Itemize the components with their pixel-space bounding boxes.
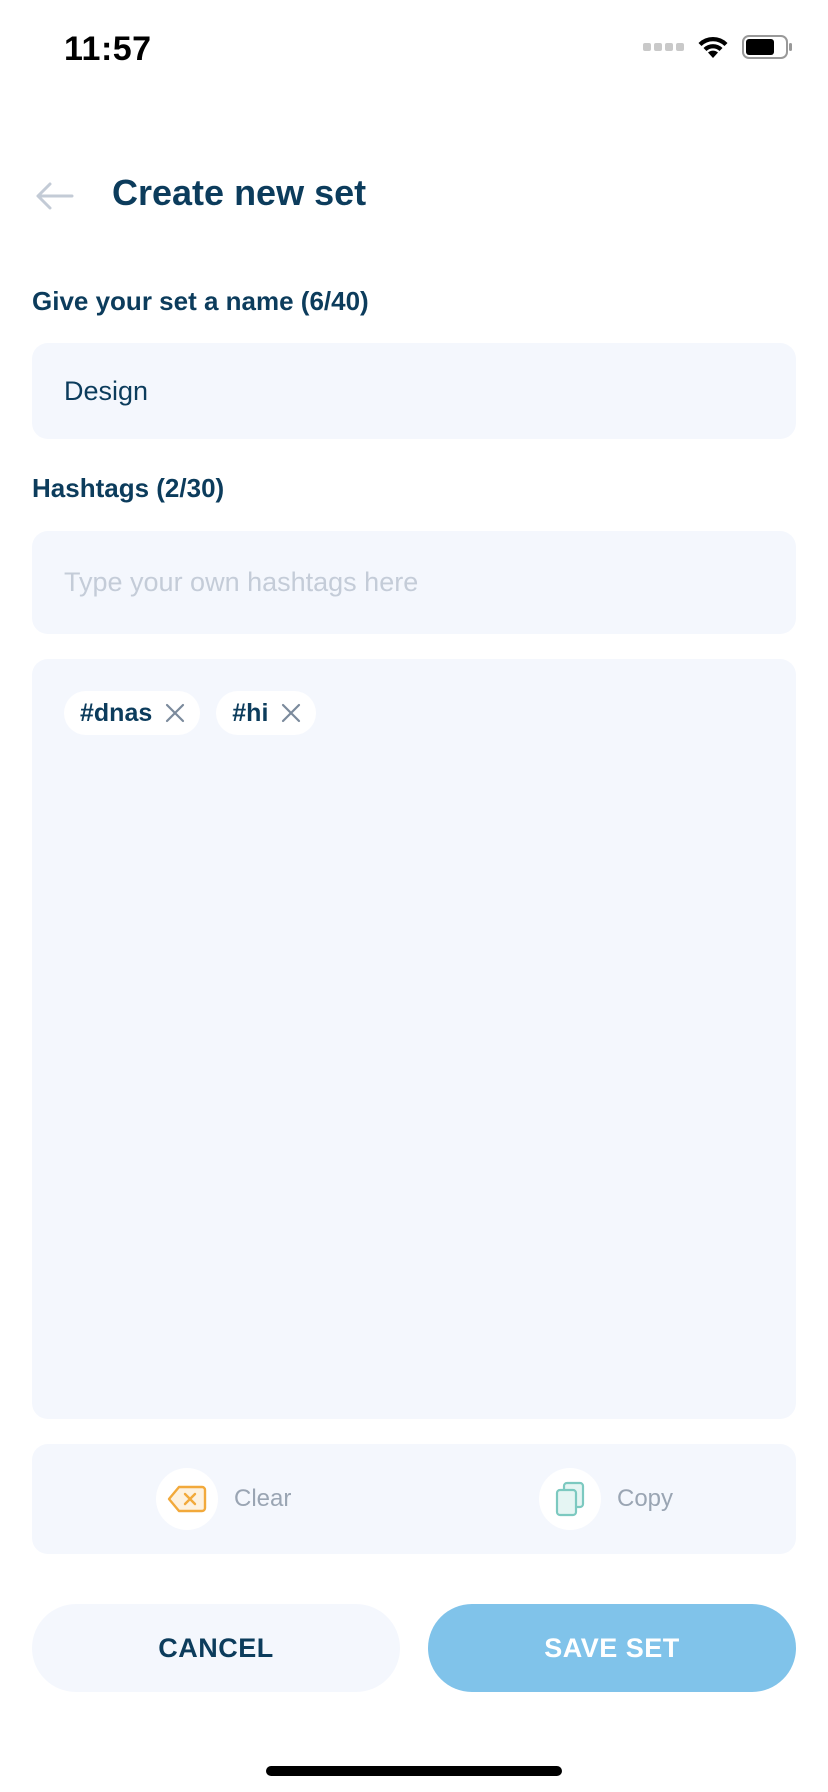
clear-button[interactable]: Clear [156,1468,291,1530]
hashtag-chip[interactable]: #dnas [64,691,201,735]
home-indicator [266,1766,562,1776]
status-time: 11:57 [64,30,152,68]
hashtags-label: Hashtags (2/30) [32,473,225,503]
copy-button[interactable]: Copy [539,1468,673,1530]
copy-icon-circle [539,1468,601,1530]
remove-hashtag-button[interactable] [280,702,302,724]
hashtag-list: #dnas #hi [32,659,796,1419]
hashtag-input[interactable] [32,531,796,634]
clear-label: Clear [234,1485,292,1512]
actions-bar: Clear Copy [32,1444,796,1554]
cellular-signal-icon [643,43,684,51]
backspace-icon [167,1485,207,1513]
arrow-left-icon [36,182,74,210]
hashtag-chip-label: #dnas [80,698,153,727]
hashtag-chip-label: #hi [232,698,269,727]
remove-hashtag-button[interactable] [164,702,186,724]
back-button[interactable] [32,174,76,218]
wifi-icon [698,36,728,58]
page-title: Create new set [112,172,367,213]
copy-icon [555,1481,585,1517]
copy-label: Copy [617,1485,674,1512]
close-icon [166,703,185,723]
hashtag-chip[interactable]: #hi [216,691,317,735]
clear-icon-circle [156,1468,218,1530]
status-bar: 11:57 [0,0,828,100]
close-icon [282,703,301,723]
battery-icon [742,35,792,59]
header: Create new set [0,160,828,232]
cancel-button[interactable]: CANCEL [32,1604,400,1692]
save-set-button[interactable]: SAVE SET [428,1604,796,1692]
set-name-label: Give your set a name (6/40) [32,286,369,316]
status-indicators [643,34,794,60]
set-name-input[interactable] [32,343,796,439]
